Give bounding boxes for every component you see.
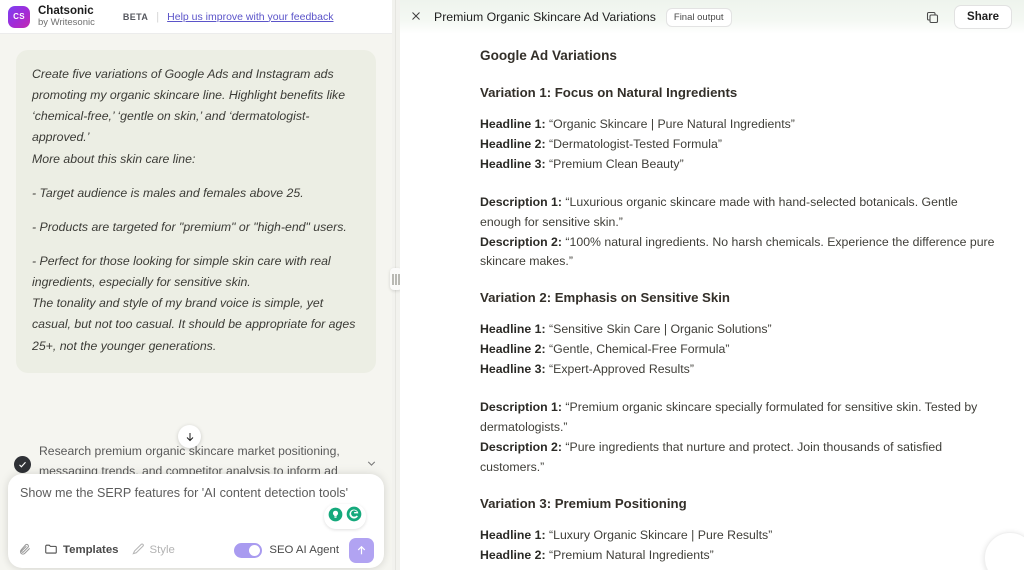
headline-line: Headline 3: “Expert-Approved Results” — [480, 360, 1000, 380]
toggle-knob — [249, 544, 261, 556]
headline-text: “Premium Clean Beauty” — [549, 156, 684, 171]
headline-text: “Expert-Approved Results” — [549, 362, 694, 377]
app-root: CS Chatsonic by Writesonic BETA | Help u… — [0, 0, 1024, 570]
style-label: Style — [149, 544, 175, 556]
grammarly-logo-icon[interactable] — [346, 506, 362, 527]
composer-toolbar: Templates Style SEO AI Agent — [8, 532, 384, 568]
message-composer: Templates Style SEO AI Agent — [8, 474, 384, 568]
variation-title: Variation 1: Focus on Natural Ingredient… — [480, 85, 738, 100]
folder-icon — [44, 542, 58, 559]
chatsonic-logo: CS — [8, 5, 30, 28]
description-label: Description 2: — [480, 234, 562, 249]
description-label: Description 1: — [480, 194, 562, 209]
headlines-group: Headline 1: “Luxury Organic Skincare | P… — [480, 526, 1000, 570]
document-panel-header: Premium Organic Skincare Ad Variations F… — [400, 0, 1024, 34]
headline-label: Headline 1: — [480, 117, 546, 131]
grammarly-indicator[interactable] — [324, 504, 366, 529]
variation-title: Variation 2: Emphasis on Sensitive Skin — [480, 290, 730, 306]
scroll-to-bottom-button[interactable] — [178, 425, 201, 448]
share-button[interactable]: Share — [954, 5, 1012, 29]
panel-resize-divider[interactable] — [390, 0, 402, 570]
send-button[interactable] — [349, 537, 374, 563]
headline-label: Headline 2: — [480, 547, 546, 562]
headline-line: Headline 2: “Premium Natural Ingredients… — [480, 546, 1000, 566]
chat-panel-header: CS Chatsonic by Writesonic BETA | Help u… — [0, 0, 392, 34]
close-icon[interactable] — [410, 10, 426, 25]
headline-label: Headline 1: — [480, 527, 546, 542]
headlines-group: Headline 1: “Sensitive Skin Care | Organ… — [480, 320, 1000, 380]
variation-block: Variation 3: Premium Positioning Headlin… — [480, 496, 1000, 570]
style-button[interactable]: Style — [131, 542, 175, 559]
headline-line: Headline 2: “Dermatologist-Tested Formul… — [480, 135, 1000, 155]
headline-text: “Luxury Organic Skincare | Pure Results” — [549, 527, 773, 542]
header-divider: | — [156, 10, 160, 23]
document-title: Premium Organic Skincare Ad Variations — [434, 10, 656, 24]
attach-button[interactable] — [18, 542, 32, 559]
document-panel: Premium Organic Skincare Ad Variations F… — [400, 0, 1024, 570]
message-paragraph: Create five variations of Google Ads and… — [32, 67, 346, 145]
message-paragraph: - Products are targeted for "premium" or… — [32, 219, 347, 234]
chevron-down-icon[interactable] — [365, 457, 378, 473]
message-paragraph: More about this skin care line: — [32, 151, 196, 166]
lightbulb-icon[interactable] — [328, 507, 343, 527]
brand-subtitle: by Writesonic — [38, 16, 95, 28]
message-paragraph: - Perfect for those looking for simple s… — [32, 253, 331, 290]
headline-line: Headline 1: “Luxury Organic Skincare | P… — [480, 526, 1000, 546]
templates-button[interactable]: Templates — [44, 542, 119, 559]
message-paragraph: The tonality and style of my brand voice… — [32, 296, 356, 353]
seo-ai-agent-label: SEO AI Agent — [269, 544, 339, 556]
assistant-avatar — [14, 456, 31, 473]
headline-text: “Premium Natural Ingredients” — [549, 547, 714, 562]
logo-text: CS — [13, 12, 25, 21]
headline-text: “Dermatologist-Tested Formula” — [549, 136, 722, 151]
headline-line: Headline 3: “For Discerning Skin” — [480, 566, 1000, 570]
description-label: Description 2: — [480, 439, 562, 454]
feedback-link[interactable]: Help us improve with your feedback — [167, 11, 333, 23]
paperclip-icon — [18, 542, 32, 559]
message-paragraph: - Target audience is males and females a… — [32, 185, 304, 200]
document-heading: Google Ad Variations — [480, 48, 617, 63]
templates-label: Templates — [63, 544, 119, 556]
headline-line: Headline 3: “Premium Clean Beauty” — [480, 155, 1000, 175]
description-label: Description 1: — [480, 400, 562, 415]
brand-name: Chatsonic — [38, 4, 94, 17]
headline-line: Headline 1: “Sensitive Skin Care | Organ… — [480, 320, 1000, 340]
description-line: Description 2: “100% natural ingredients… — [480, 233, 1000, 273]
document-content[interactable]: Google Ad Variations Variation 1: Focus … — [400, 34, 1024, 570]
variation-title: Variation 3: Premium Positioning — [480, 495, 687, 511]
headline-label: Headline 3: — [480, 156, 546, 171]
headline-text: “Sensitive Skin Care | Organic Solutions… — [549, 322, 772, 337]
headline-text: “Organic Skincare | Pure Natural Ingredi… — [549, 117, 795, 131]
descriptions-group: Description 1: “Premium organic skincare… — [480, 398, 1000, 478]
description-line: Description 1: “Premium organic skincare… — [480, 398, 1000, 438]
headline-text: “Gentle, Chemical-Free Formula” — [549, 342, 730, 357]
seo-ai-agent-toggle[interactable] — [234, 542, 263, 558]
variation-block: Variation 1: Focus on Natural Ingredient… — [480, 85, 1000, 272]
description-line: Description 1: “Luxurious organic skinca… — [480, 193, 1000, 233]
brand-block: Chatsonic by Writesonic — [38, 5, 95, 29]
chat-panel: CS Chatsonic by Writesonic BETA | Help u… — [0, 0, 392, 570]
headline-label: Headline 1: — [480, 322, 546, 337]
headline-line: Headline 2: “Gentle, Chemical-Free Formu… — [480, 340, 1000, 360]
beta-badge: BETA — [122, 11, 149, 22]
user-message-bubble: Create five variations of Google Ads and… — [16, 50, 376, 373]
description-line: Description 2: “Pure ingredients that nu… — [480, 438, 1000, 478]
headlines-group: Headline 1: “Organic Skincare | Pure Nat… — [480, 115, 1000, 175]
headline-label: Headline 2: — [480, 342, 546, 357]
status-badge: Final output — [665, 7, 732, 27]
headline-line: Headline 1: “Organic Skincare | Pure Nat… — [480, 115, 1000, 135]
descriptions-group: Description 1: “Luxurious organic skinca… — [480, 193, 1000, 273]
chat-input[interactable] — [20, 486, 372, 500]
headline-label: Headline 2: — [480, 136, 546, 151]
variation-block: Variation 2: Emphasis on Sensitive Skin … — [480, 290, 1000, 477]
pen-icon — [131, 542, 145, 559]
copy-icon[interactable] — [925, 10, 940, 25]
headline-label: Headline 3: — [480, 362, 546, 377]
